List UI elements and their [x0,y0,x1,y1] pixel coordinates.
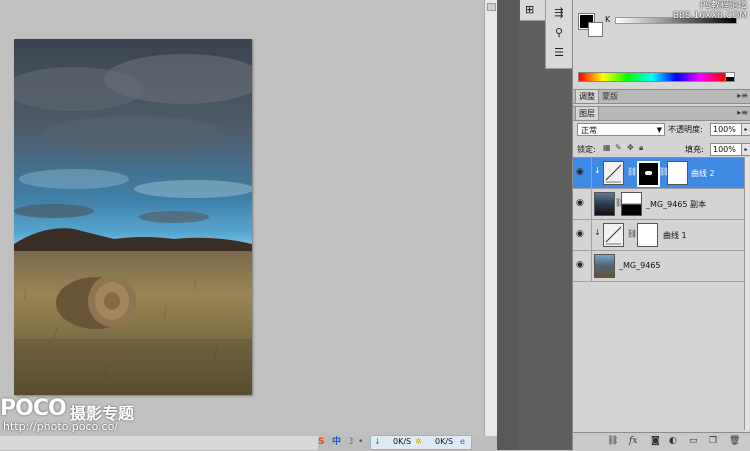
adjustments-tab-row: 调整 蒙版 ▸≡ [573,89,750,104]
tab-layers[interactable]: 图层 [575,107,599,120]
image-layer-thumbnail[interactable] [594,192,615,216]
blend-mode-value: 正常 [581,126,597,135]
dock-background [545,69,572,450]
layers-scrollbar[interactable] [744,157,750,430]
sogou-ime-icon[interactable]: S [318,435,324,450]
layer-row-curves-2[interactable]: ◉ ↓ ⛓ ⛓ 曲线 2 [573,158,744,189]
ime-language-label[interactable]: 中 [332,435,341,450]
color-panel: K PS教程论坛 BBS.16XX8.COM [573,0,750,88]
download-arrow-icon: ↓ [374,437,381,446]
new-group-icon[interactable]: ▭ [689,436,698,446]
network-speed-widget[interactable]: ↓ 0K/S ✲ 0K/S e [370,435,472,450]
chevron-down-icon: ▼ [656,126,662,134]
brush-preset-icon[interactable]: ⇶ [551,6,567,20]
eye-icon[interactable]: ◉ [576,167,588,177]
ie-icon[interactable]: e [460,437,465,446]
layers-tab-row: 图层 ▸≡ [573,106,750,121]
layer-visibility-toggle[interactable]: ◉ [573,220,592,250]
lock-pixels-icon[interactable]: ✎ [615,143,622,152]
tab-adjustments[interactable]: 调整 [575,90,599,103]
new-layer-icon[interactable]: ❐ [709,436,717,446]
watermark-line1: PS教程论坛 [699,1,747,11]
lock-label: 锁定: [577,145,596,154]
moon-icon[interactable]: ☽ [346,435,354,450]
panel-menu-icon[interactable]: ▸≡ [737,91,748,100]
status-strip [0,436,318,450]
layer-row-curves-1[interactable]: ◉ ↓ ⛓ 曲线 1 [573,220,744,251]
clone-source-icon[interactable]: ⚲ [551,26,567,40]
opacity-label: 不透明度: [668,125,703,134]
forum-watermark: PS教程论坛 BBS.16XX8.COM [673,1,747,21]
blend-mode-select[interactable]: 正常 ▼ [577,123,665,136]
fill-input[interactable]: 100% [710,143,742,156]
lock-all-icon[interactable]: 🔒︎ [639,143,643,153]
logo-brand: POCO [0,396,67,421]
lock-position-icon[interactable]: ✥ [627,143,634,152]
layer-mask-thumbnail-white[interactable] [667,161,688,185]
collapsed-panel-icons: ⇶ ⚲ ☰ [545,0,573,69]
download-speed: 0K/S [393,437,412,446]
layer-mask-thumbnail[interactable] [637,223,658,247]
fill-slider-arrow[interactable]: ▸ [741,143,750,156]
hay-bale-photo[interactable] [14,39,252,395]
logo-url: http://photo.poco.co/ [3,420,119,433]
black-white-swatch[interactable] [725,72,735,82]
history-icon[interactable]: ⊞ [525,3,534,16]
layer-name[interactable]: 曲线 1 [663,230,687,241]
curves-adjustment-thumbnail[interactable] [603,161,624,185]
layer-row-mg9465-copy[interactable]: ◉ ⛓ _MG_9465 副本 [573,189,744,220]
fill-label: 填充: [685,145,704,154]
upload-star-icon: ✲ [415,437,422,446]
layer-mask-thumbnail[interactable] [621,192,642,216]
document-canvas[interactable] [0,0,484,436]
layer-mask-thumbnail[interactable] [637,161,660,187]
mask-link-icon[interactable]: ⛓ [627,229,637,238]
system-tray: S 中 ☽ • ↓ 0K/S ✲ 0K/S e [318,435,478,450]
upload-speed: 0K/S [435,437,454,446]
layer-style-icon[interactable]: fx [629,436,637,446]
layer-name[interactable]: 曲线 2 [691,168,715,179]
canvas-vertical-scrollbar[interactable] [484,0,497,436]
eye-icon[interactable]: ◉ [576,260,588,270]
panel-dock-background [519,0,545,450]
layer-row-mg9465[interactable]: ◉ _MG_9465 [573,251,744,282]
workspace-gap [497,0,519,450]
layers-bottom-toolbar: ⛓ fx ◙ ◐ ▭ ❐ 🗑︎ [573,432,750,451]
k-channel-label: K [605,15,611,24]
background-color-swatch[interactable] [588,22,603,37]
right-panels: K PS教程论坛 BBS.16XX8.COM 调整 蒙版 ▸≡ 图层 ▸≡ 正常… [572,0,750,451]
delete-layer-icon[interactable]: 🗑︎ [729,436,740,446]
layer-name[interactable]: _MG_9465 [619,261,660,270]
link-layers-icon[interactable]: ⛓ [607,436,618,446]
paragraph-icon[interactable]: ☰ [551,46,567,60]
scroll-up-arrow[interactable] [487,3,496,11]
layer-visibility-toggle[interactable]: ◉ [573,158,592,188]
layers-list: ◉ ↓ ⛓ ⛓ 曲线 2 ◉ ⛓ _MG_9465 副本 ◉ ↓ [573,157,750,431]
adjustment-layer-icon[interactable]: ◐ [669,436,677,446]
layer-name[interactable]: _MG_9465 副本 [646,199,706,210]
layer-visibility-toggle[interactable]: ◉ [573,251,592,281]
clipping-arrow-icon: ↓ [594,166,601,175]
watermark-line2: BBS.16XX8.COM [672,11,747,21]
tab-masks[interactable]: 蒙版 [599,90,621,103]
add-mask-icon[interactable]: ◙ [651,436,660,446]
collapsed-panel-button[interactable]: ⊞ [520,0,546,21]
image-layer-thumbnail[interactable] [594,254,615,278]
eye-icon[interactable]: ◉ [576,198,588,208]
opacity-slider-arrow[interactable]: ▸ [741,123,750,136]
color-spectrum-bar[interactable] [578,72,726,82]
punctuation-icon[interactable]: • [358,435,363,450]
layers-panel-menu-icon[interactable]: ▸≡ [737,108,748,117]
opacity-input[interactable]: 100% [710,123,742,136]
curves-adjustment-thumbnail[interactable] [603,223,624,247]
eye-icon[interactable]: ◉ [576,229,588,239]
layer-visibility-toggle[interactable]: ◉ [573,189,592,219]
poco-logo: POCO 摄影专题 http://photo.poco.co/ [0,396,170,436]
clipping-arrow-icon: ↓ [594,228,601,237]
mask-link-icon[interactable]: ⛓ [627,167,637,176]
lock-transparency-icon[interactable]: ▦ [603,143,611,152]
